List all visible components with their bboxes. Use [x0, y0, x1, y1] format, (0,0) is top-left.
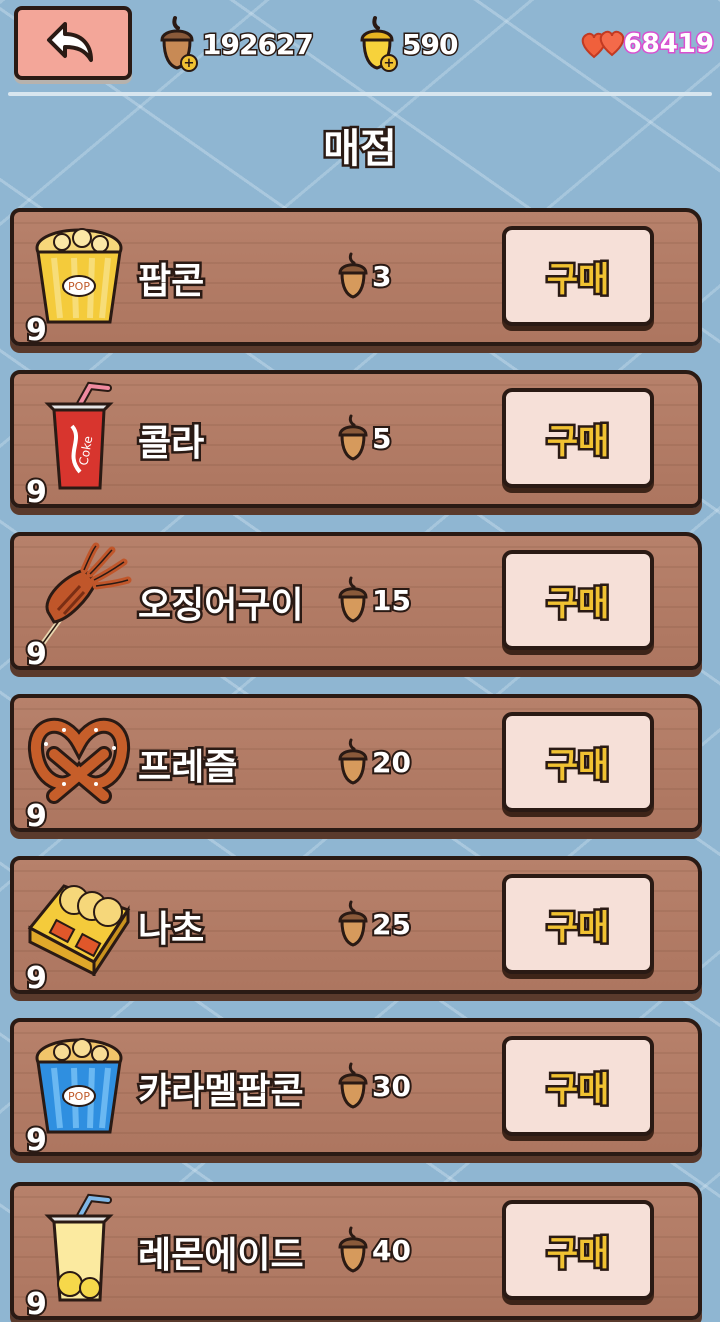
- buy-button-label: 구매: [544, 1231, 612, 1276]
- item-price: 5: [336, 410, 394, 466]
- buy-button[interactable]: 구매: [502, 712, 654, 812]
- item-price: 20: [336, 734, 413, 790]
- caramel-popcorn-icon: POP: [24, 1028, 134, 1138]
- item-price: 3: [336, 248, 394, 304]
- acorn-gold-icon: +: [356, 14, 398, 74]
- item-price-value: 30: [370, 1068, 413, 1105]
- item-count: 9: [24, 1285, 49, 1322]
- item-price-value: 3: [370, 258, 394, 295]
- popcorn-icon: POP: [24, 218, 134, 328]
- acorn-price-icon: [338, 414, 368, 461]
- acorn-price-icon: [338, 738, 368, 785]
- acorn-currency[interactable]: + 192627: [156, 14, 316, 74]
- shop-item-grilled-squid: 9 오징어구이 15 구매: [10, 532, 702, 674]
- buy-button[interactable]: 구매: [502, 388, 654, 488]
- top-divider: [8, 92, 712, 96]
- lemonade-icon: [24, 1192, 134, 1302]
- svg-text:POP: POP: [68, 280, 90, 293]
- shop-item-cola: Coke 9 콜라 5 구매: [10, 370, 702, 512]
- buy-button-label: 구매: [544, 743, 612, 788]
- shop-item-pretzel: 9 프레즐 20 구매: [10, 694, 702, 836]
- item-name: 캬라멜팝콘: [136, 1069, 307, 1115]
- buy-button-label: 구매: [544, 581, 612, 626]
- grilled-squid-icon: [24, 542, 134, 653]
- buy-button[interactable]: 구매: [502, 1036, 654, 1136]
- shop-item-lemonade: 9 레몬에이드 40 구매: [10, 1182, 702, 1322]
- shop-item-nachos: 9 나초 25 구매: [10, 856, 702, 998]
- svg-text:POP: POP: [68, 1090, 90, 1103]
- buy-button-label: 구매: [544, 419, 612, 464]
- item-name: 오징어구이: [136, 583, 307, 629]
- cola-icon: Coke: [24, 380, 134, 490]
- hearts-icon: [581, 30, 624, 59]
- item-name: 레몬에이드: [136, 1233, 307, 1279]
- hearts-counter: 68419: [580, 26, 716, 62]
- item-price: 15: [336, 572, 413, 628]
- acorn-brown-value: 192627: [201, 26, 316, 62]
- acorn-price-icon: [338, 1226, 368, 1273]
- item-count: 9: [24, 311, 49, 350]
- item-count: 9: [24, 473, 49, 512]
- item-price-value: 20: [370, 744, 413, 781]
- acorn-gold-value: 590: [400, 26, 459, 62]
- gold-acorn-currency[interactable]: + 590: [356, 14, 460, 74]
- item-price-value: 25: [370, 906, 413, 943]
- buy-button-label: 구매: [544, 257, 612, 302]
- acorn-price-icon: [338, 900, 368, 947]
- item-price-value: 40: [370, 1232, 413, 1269]
- acorn-add-plus-icon[interactable]: +: [180, 54, 198, 72]
- shop-item-caramel-popcorn: POP 9 캬라멜팝콘 30 구매: [10, 1018, 702, 1160]
- pretzel-icon: [24, 704, 134, 814]
- buy-button[interactable]: 구매: [502, 874, 654, 974]
- page-title: 매점: [321, 124, 400, 175]
- item-name: 팝콘: [135, 259, 206, 305]
- item-price: 30: [336, 1058, 413, 1114]
- shop-item-popcorn: POP 9 팝콘 3 구매: [10, 208, 702, 350]
- gold-acorn-add-plus-icon[interactable]: +: [380, 54, 398, 72]
- item-count: 9: [24, 1121, 49, 1160]
- acorn-brown-icon: +: [156, 14, 198, 74]
- item-count: 9: [24, 959, 49, 998]
- item-name: 프레즐: [135, 745, 239, 791]
- acorn-price-icon: [338, 576, 368, 623]
- buy-button[interactable]: 구매: [502, 1200, 654, 1300]
- buy-button-label: 구매: [544, 1067, 612, 1112]
- item-name: 나초: [135, 907, 206, 953]
- item-price-value: 15: [370, 582, 413, 619]
- item-price: 40: [336, 1222, 413, 1278]
- item-price-value: 5: [370, 420, 394, 457]
- nachos-icon: [24, 866, 134, 980]
- acorn-price-icon: [338, 252, 368, 299]
- buy-button-label: 구매: [544, 905, 612, 950]
- buy-button[interactable]: 구매: [502, 226, 654, 326]
- item-count: 9: [24, 797, 49, 836]
- back-arrow-icon: [47, 22, 93, 62]
- back-button[interactable]: [14, 6, 132, 80]
- acorn-price-icon: [338, 1062, 368, 1109]
- item-price: 25: [336, 896, 413, 952]
- buy-button[interactable]: 구매: [502, 550, 654, 650]
- item-count: 9: [24, 635, 49, 674]
- hearts-value: 68419: [622, 28, 715, 61]
- item-name: 콜라: [135, 421, 206, 467]
